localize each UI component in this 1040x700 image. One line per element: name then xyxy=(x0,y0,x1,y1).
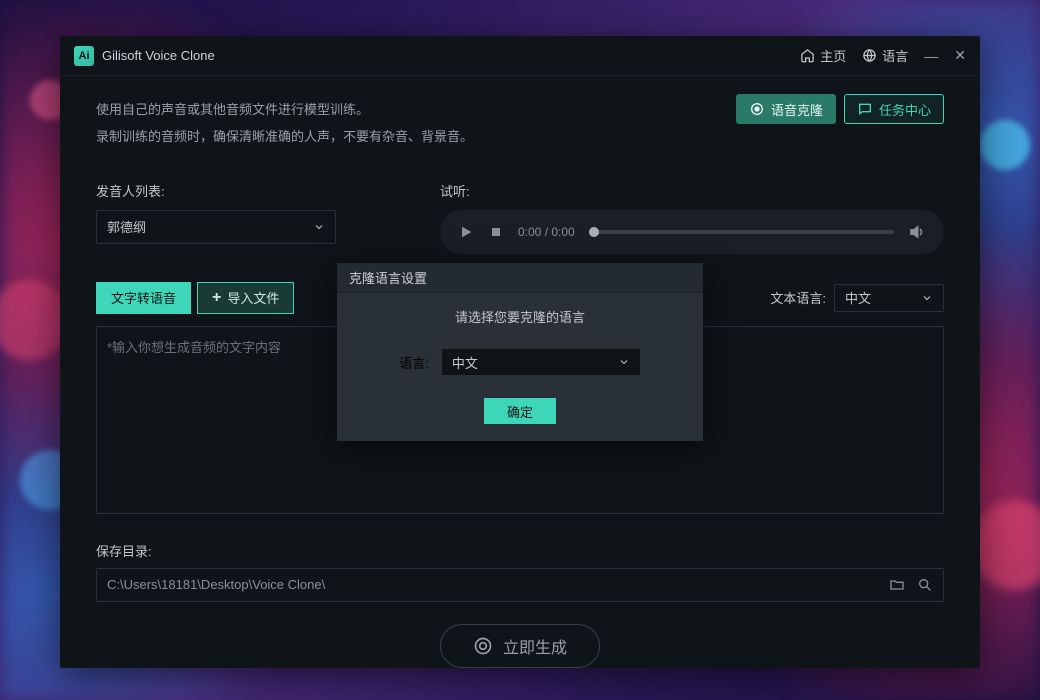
globe-icon xyxy=(862,48,877,63)
modal-ok-button[interactable]: 确定 xyxy=(484,398,556,424)
tab-tts[interactable]: 文字转语音 xyxy=(96,282,191,314)
save-dir-field: C:\Users\18181\Desktop\Voice Clone\ xyxy=(96,568,944,602)
play-button[interactable] xyxy=(458,224,474,240)
plus-icon: + xyxy=(212,289,221,307)
close-button[interactable]: ✕ xyxy=(954,47,966,64)
generate-button[interactable]: 立即生成 xyxy=(440,624,600,668)
chevron-down-icon xyxy=(618,356,630,368)
modal-prompt: 请选择您要克隆的语言 xyxy=(357,307,683,326)
text-language-label: 文本语言: xyxy=(770,288,826,307)
voice-clone-button[interactable]: 语音克隆 xyxy=(736,94,836,124)
preview-label: 试听: xyxy=(440,181,944,200)
folder-icon[interactable] xyxy=(889,577,905,593)
tab-import[interactable]: + 导入文件 xyxy=(197,282,294,314)
language-label: 语言 xyxy=(882,46,908,65)
modal-title: 克隆语言设置 xyxy=(337,263,703,293)
app-title: Gilisoft Voice Clone xyxy=(102,48,215,63)
language-link[interactable]: 语言 xyxy=(862,46,908,65)
audio-player: 0:00 / 0:00 xyxy=(440,210,944,254)
tab-import-label: 导入文件 xyxy=(227,288,279,307)
minimize-button[interactable]: — xyxy=(924,48,938,64)
mic-icon xyxy=(749,101,765,117)
task-center-button[interactable]: 任务中心 xyxy=(844,94,944,124)
tab-tts-label: 文字转语音 xyxy=(111,288,176,307)
playback-time: 0:00 / 0:00 xyxy=(518,225,575,239)
save-dir-label: 保存目录: xyxy=(96,541,944,560)
clone-language-modal: 克隆语言设置 请选择您要克隆的语言 语言: 中文 确定 xyxy=(337,263,703,441)
voice-clone-label: 语音克隆 xyxy=(771,100,823,119)
stop-button[interactable] xyxy=(488,224,504,240)
generate-icon xyxy=(473,636,493,656)
text-language-value: 中文 xyxy=(845,288,871,307)
volume-icon[interactable] xyxy=(908,223,926,241)
chevron-down-icon xyxy=(313,221,325,233)
home-link[interactable]: 主页 xyxy=(800,46,846,65)
home-icon xyxy=(800,48,815,63)
search-icon[interactable] xyxy=(917,577,933,593)
speaker-select[interactable]: 郭德纲 xyxy=(96,210,336,244)
seek-track[interactable] xyxy=(589,230,894,234)
speaker-value: 郭德纲 xyxy=(107,217,146,236)
save-dir-value: C:\Users\18181\Desktop\Voice Clone\ xyxy=(107,577,325,592)
home-label: 主页 xyxy=(820,46,846,65)
modal-lang-value: 中文 xyxy=(452,353,478,372)
hint-line-2: 录制训练的音频时，确保清晰准确的人声，不要有杂音、背景音。 xyxy=(96,123,944,150)
chevron-down-icon xyxy=(921,292,933,304)
modal-lang-select[interactable]: 中文 xyxy=(441,348,641,376)
seek-handle[interactable] xyxy=(589,227,599,237)
task-center-label: 任务中心 xyxy=(879,100,931,119)
text-language-select[interactable]: 中文 xyxy=(834,284,944,312)
titlebar: Ai Gilisoft Voice Clone 主页 语言 — ✕ xyxy=(60,36,980,76)
modal-lang-label: 语言: xyxy=(399,353,429,372)
chat-icon xyxy=(857,101,873,117)
speaker-list-label: 发音人列表: xyxy=(96,181,336,200)
generate-label: 立即生成 xyxy=(503,634,567,658)
app-icon: Ai xyxy=(74,46,94,66)
